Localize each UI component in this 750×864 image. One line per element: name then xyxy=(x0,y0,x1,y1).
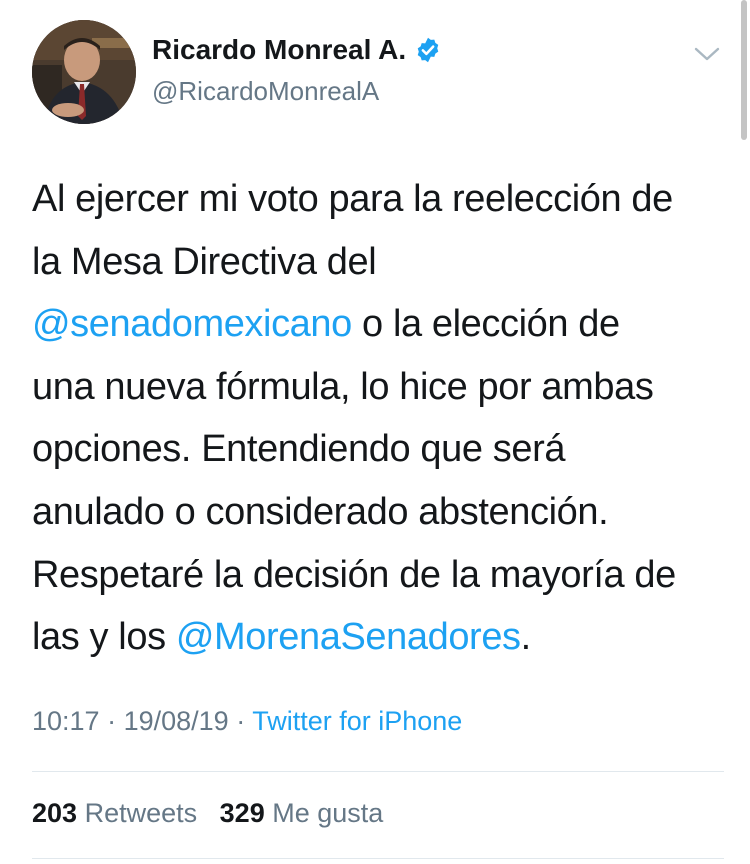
tweet-text-segment: o la elección de xyxy=(351,303,620,346)
retweets-stat[interactable]: 203 Retweets xyxy=(32,798,197,828)
likes-label: Me gusta xyxy=(272,798,384,828)
scrollbar[interactable] xyxy=(741,0,747,140)
mention-link[interactable]: @MorenaSenadores xyxy=(176,616,521,658)
avatar[interactable] xyxy=(32,20,136,124)
avatar-photo xyxy=(32,20,136,124)
likes-count: 329 xyxy=(219,798,265,828)
tweet-text-segment: anulado o considerado abstención. xyxy=(32,490,609,533)
tweet-text-line: Al ejercer mi voto para la reelección de xyxy=(32,168,732,231)
tweet-text-segment: . xyxy=(520,616,532,659)
tweet-meta: 10:17 · 19/08/19 · Twitter for iPhone xyxy=(32,706,462,737)
tweet-text: Al ejercer mi voto para la reelección de… xyxy=(32,168,732,669)
author-name[interactable]: Ricardo Monreal A. xyxy=(152,34,406,66)
chevron-down-icon[interactable] xyxy=(692,44,722,64)
tweet-text-segment: Al ejercer mi voto para la reelección de xyxy=(32,178,673,220)
tweet-text-line: una nueva fórmula, lo hice por ambas xyxy=(32,356,732,419)
tweet-text-line: la Mesa Directiva del xyxy=(32,231,732,294)
tweet-time: 10:17 xyxy=(32,706,100,736)
tweet-text-segment: opciones. Entendiendo que será xyxy=(32,428,566,471)
retweets-label: Retweets xyxy=(84,798,198,828)
verified-badge-icon xyxy=(417,37,439,63)
tweet-text-line: opciones. Entendiendo que será xyxy=(32,418,732,481)
tweet-text-line: @senadomexicano o la elección de xyxy=(32,293,732,356)
divider xyxy=(32,858,724,859)
meta-separator: · xyxy=(99,706,124,736)
tweet-stats: 203 Retweets 329 Me gusta xyxy=(32,798,383,829)
tweet-text-line: Respetaré la decisión de la mayoría de xyxy=(32,544,732,607)
tweet-text-line: las y los @MorenaSenadores. xyxy=(32,606,732,669)
author-handle[interactable]: @RicardoMonrealA xyxy=(152,76,379,107)
retweets-count: 203 xyxy=(32,798,78,828)
likes-stat[interactable]: 329 Me gusta xyxy=(220,798,384,828)
author-name-row[interactable]: Ricardo Monreal A. xyxy=(152,34,442,66)
tweet-text-line: anulado o considerado abstención. xyxy=(32,481,732,544)
meta-separator: · xyxy=(228,706,253,736)
tweet-text-segment: una nueva fórmula, lo hice por ambas xyxy=(32,365,654,408)
tweet-date: 19/08/19 xyxy=(123,706,229,736)
divider xyxy=(32,771,724,772)
tweet-text-segment: la Mesa Directiva del xyxy=(32,240,377,283)
tweet-source-link[interactable]: Twitter for iPhone xyxy=(252,706,462,736)
mention-link[interactable]: @senadomexicano xyxy=(32,303,352,345)
tweet-text-segment: Respetaré la decisión de la mayoría de xyxy=(32,553,676,596)
tweet-text-segment: las y los xyxy=(32,616,176,659)
tweet-header: Ricardo Monreal A. @RicardoMonrealA xyxy=(32,20,722,130)
